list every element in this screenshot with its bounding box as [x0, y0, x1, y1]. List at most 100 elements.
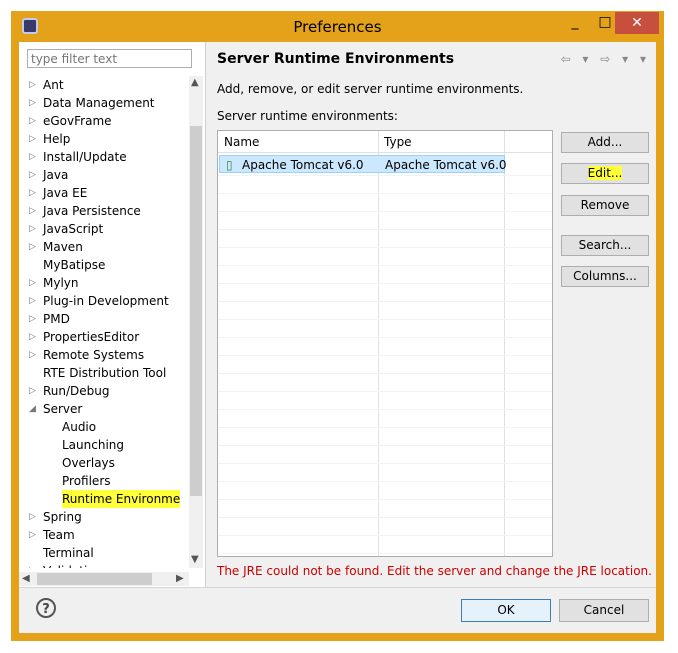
- column-header-type[interactable]: Type: [378, 131, 552, 153]
- scroll-up-icon[interactable]: ▲: [191, 77, 199, 88]
- tree-item-label: Ant: [43, 78, 64, 92]
- tree-item-label: Java EE: [43, 186, 88, 200]
- edit-button[interactable]: Edit...: [561, 163, 649, 184]
- page-title: Server Runtime Environments: [217, 51, 455, 67]
- collapsed-arrow-icon[interactable]: ▷: [29, 130, 39, 148]
- table-gridline: [218, 247, 552, 248]
- tree-horizontal-scrollbar[interactable]: ◀ ▶: [19, 572, 189, 586]
- remove-button[interactable]: Remove: [561, 195, 649, 216]
- tree-item-label: Team: [43, 528, 75, 542]
- page-description: Add, remove, or edit server runtime envi…: [217, 82, 524, 96]
- scroll-down-icon[interactable]: ▼: [191, 554, 199, 565]
- collapsed-arrow-icon[interactable]: ▷: [29, 562, 39, 568]
- collapsed-arrow-icon[interactable]: ▷: [29, 202, 39, 220]
- table-gridline: [218, 409, 552, 410]
- column-divider: [378, 131, 379, 556]
- edit-button-label: Edit...: [587, 166, 623, 180]
- collapsed-arrow-icon[interactable]: ▷: [29, 274, 39, 292]
- column-divider: [504, 131, 505, 556]
- table-gridline: [218, 175, 552, 176]
- collapsed-arrow-icon[interactable]: ▷: [29, 184, 39, 202]
- table-gridline: [218, 553, 552, 554]
- tree-item-label: Terminal: [43, 546, 94, 560]
- column-header-name[interactable]: Name: [218, 131, 378, 153]
- search-button[interactable]: Search...: [561, 235, 649, 256]
- tree-item-label: JavaScript: [43, 222, 104, 236]
- collapsed-arrow-icon[interactable]: ▷: [29, 310, 39, 328]
- collapsed-arrow-icon[interactable]: ▷: [29, 292, 39, 310]
- filter-input[interactable]: [27, 49, 192, 68]
- table-gridline: [218, 373, 552, 374]
- tree-item-label: Plug-in Development: [43, 294, 169, 308]
- table-gridline: [218, 499, 552, 500]
- tree-item-label: Java Persistence: [43, 204, 141, 218]
- tree-item-label: PMD: [43, 312, 70, 326]
- collapsed-arrow-icon[interactable]: ▷: [29, 94, 39, 112]
- collapsed-arrow-icon[interactable]: ▷: [29, 220, 39, 238]
- table-gridline: [218, 535, 552, 536]
- collapsed-arrow-icon[interactable]: ▷: [29, 382, 39, 400]
- tree-item-label: Maven: [43, 240, 83, 254]
- table-gridline: [218, 265, 552, 266]
- collapsed-arrow-icon[interactable]: ▷: [29, 166, 39, 184]
- table-row[interactable]: ▯ Apache Tomcat v6.0 Apache Tomcat v6.0: [219, 155, 507, 173]
- columns-button[interactable]: Columns...: [561, 266, 649, 287]
- server-runtime-icon: ▯: [226, 158, 233, 172]
- tree-item-label: Launching: [62, 438, 125, 452]
- help-icon[interactable]: ?: [36, 598, 56, 618]
- tree-item-label: Mylyn: [43, 276, 79, 290]
- tree-item-label: Run/Debug: [43, 384, 110, 398]
- table-gridline: [218, 463, 552, 464]
- tree-item-label: RTE Distribution Tool: [43, 366, 167, 380]
- tree-item-label: Validation: [43, 562, 102, 568]
- ok-button[interactable]: OK: [461, 599, 551, 622]
- vertical-scroll-thumb[interactable]: [190, 126, 202, 496]
- tree-item-label: Spring: [43, 510, 82, 524]
- tree-item-label: Data Management: [43, 96, 155, 110]
- runtime-list-label: Server runtime environments:: [217, 109, 398, 123]
- minimize-button[interactable]: _: [561, 12, 589, 34]
- table-gridline: [218, 445, 552, 446]
- collapsed-arrow-icon[interactable]: ▷: [29, 76, 39, 94]
- tree-item-label: Server: [43, 402, 83, 416]
- dialog-client: ▷ Ant ▷ Data Management ▷ eGovFrame ▷ Help ▷ Inst…: [19, 42, 656, 633]
- collapsed-arrow-icon[interactable]: ▷: [29, 148, 39, 166]
- collapsed-arrow-icon[interactable]: ▷: [29, 328, 39, 346]
- history-nav-icons[interactable]: ⇦ ▾ ⇨ ▾ ▾: [561, 52, 650, 66]
- runtime-name: Apache Tomcat v6.0: [242, 158, 364, 172]
- tree-item-label: PropertiesEditor: [43, 330, 140, 344]
- tree-item-label: Help: [43, 132, 71, 146]
- collapsed-arrow-icon[interactable]: ▷: [29, 238, 39, 256]
- tree-item-label: Remote Systems: [43, 348, 145, 362]
- footer-separator: [19, 587, 656, 588]
- table-gridline: [218, 355, 552, 356]
- add-button[interactable]: Add...: [561, 132, 649, 153]
- error-message: The JRE could not be found. Edit the ser…: [217, 564, 652, 578]
- table-gridline: [218, 229, 552, 230]
- table-gridline: [218, 283, 552, 284]
- runtime-table[interactable]: Name Type ▯ Apache Tomcat v6.0 Apache To…: [217, 130, 553, 557]
- close-button[interactable]: ✕: [615, 12, 659, 34]
- horizontal-scroll-thumb[interactable]: [37, 573, 152, 585]
- runtime-type: Apache Tomcat v6.0: [385, 158, 507, 172]
- table-gridline: [218, 319, 552, 320]
- table-gridline: [218, 517, 552, 518]
- preferences-window: Preferences _ □ ✕ ▷ Ant ▷ Data Management ▷ e…: [11, 11, 664, 641]
- collapsed-arrow-icon[interactable]: ▷: [29, 508, 39, 526]
- scroll-left-icon[interactable]: ◀: [22, 573, 30, 584]
- table-gridline: [218, 391, 552, 392]
- tree-item-label: eGovFrame: [43, 114, 112, 128]
- collapsed-arrow-icon[interactable]: ▷: [29, 346, 39, 364]
- collapsed-arrow-icon[interactable]: ▷: [29, 112, 39, 130]
- preference-tree: ▷ Ant ▷ Data Management ▷ eGovFrame ▷ Help ▷ Inst…: [19, 76, 189, 568]
- cancel-button[interactable]: Cancel: [559, 599, 649, 622]
- expanded-arrow-icon[interactable]: ◢: [29, 400, 39, 418]
- tree-item-label: Runtime Environme: [62, 490, 181, 508]
- tree-item-label: Audio: [62, 420, 97, 434]
- collapsed-arrow-icon[interactable]: ▷: [29, 526, 39, 544]
- scroll-right-icon[interactable]: ▶: [176, 573, 184, 584]
- tree-vertical-scrollbar[interactable]: ▲ ▼: [189, 76, 203, 568]
- table-gridline: [218, 211, 552, 212]
- title-bar: Preferences _ □ ✕: [12, 12, 663, 42]
- tree-item-label: Profilers: [62, 474, 111, 488]
